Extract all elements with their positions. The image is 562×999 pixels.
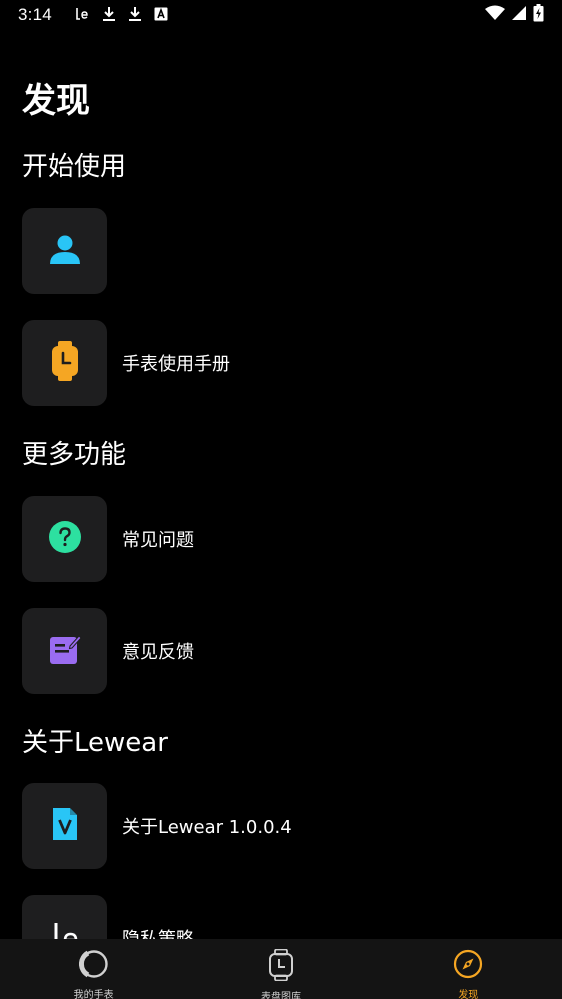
battery-charging-icon bbox=[533, 4, 544, 26]
item-label: 意见反馈 bbox=[122, 642, 194, 663]
nav-label: 发现 bbox=[458, 990, 479, 999]
compass-icon bbox=[453, 949, 483, 983]
font-a-icon bbox=[154, 7, 168, 24]
question-icon bbox=[48, 520, 82, 558]
version-file-icon bbox=[51, 807, 79, 845]
section-title-more-features: 更多功能 bbox=[22, 440, 127, 470]
icon-tile bbox=[22, 320, 107, 406]
section-title-about: 关于Lewear bbox=[22, 728, 168, 758]
icon-tile bbox=[22, 783, 107, 869]
list-item-watch-manual[interactable]: 手表使用手册 bbox=[22, 320, 540, 406]
bottom-nav: 我的手表 表盘图库 发现 bbox=[0, 939, 562, 999]
icon-tile bbox=[22, 496, 107, 582]
status-system-icons bbox=[485, 4, 544, 26]
list-item-about-version[interactable]: 关于Lewear 1.0.0.4 bbox=[22, 783, 540, 869]
watch-icon bbox=[50, 341, 80, 385]
status-notification-icons bbox=[74, 6, 168, 25]
list-item-account[interactable] bbox=[22, 208, 540, 294]
user-icon bbox=[48, 232, 82, 270]
feedback-edit-icon bbox=[48, 632, 82, 670]
page-title: 发现 bbox=[22, 81, 90, 121]
lewear-notification-icon bbox=[74, 6, 90, 25]
nav-label: 表盘图库 bbox=[260, 992, 301, 999]
icon-tile bbox=[22, 208, 107, 294]
section-title-getting-started: 开始使用 bbox=[22, 152, 127, 182]
nav-item-watch-face-gallery[interactable]: 表盘图库 bbox=[187, 939, 374, 999]
item-label: 关于Lewear 1.0.0.4 bbox=[122, 817, 292, 838]
status-bar: 3:14 bbox=[0, 0, 562, 30]
signal-icon bbox=[511, 5, 527, 25]
list-item-feedback[interactable]: 意见反馈 bbox=[22, 608, 540, 694]
nav-label: 我的手表 bbox=[73, 990, 114, 999]
nav-item-discover[interactable]: 发现 bbox=[375, 939, 562, 999]
list-item-faq[interactable]: 常见问题 bbox=[22, 496, 540, 582]
icon-tile bbox=[22, 608, 107, 694]
item-label: 常见问题 bbox=[122, 530, 194, 551]
item-label: 手表使用手册 bbox=[122, 354, 230, 375]
status-time: 3:14 bbox=[18, 5, 52, 24]
watch-icon bbox=[268, 948, 294, 985]
watch-face-icon bbox=[78, 949, 109, 983]
wifi-icon bbox=[485, 5, 505, 25]
download-icon bbox=[102, 6, 116, 25]
nav-item-my-watch[interactable]: 我的手表 bbox=[0, 939, 187, 999]
download-icon bbox=[128, 6, 142, 25]
